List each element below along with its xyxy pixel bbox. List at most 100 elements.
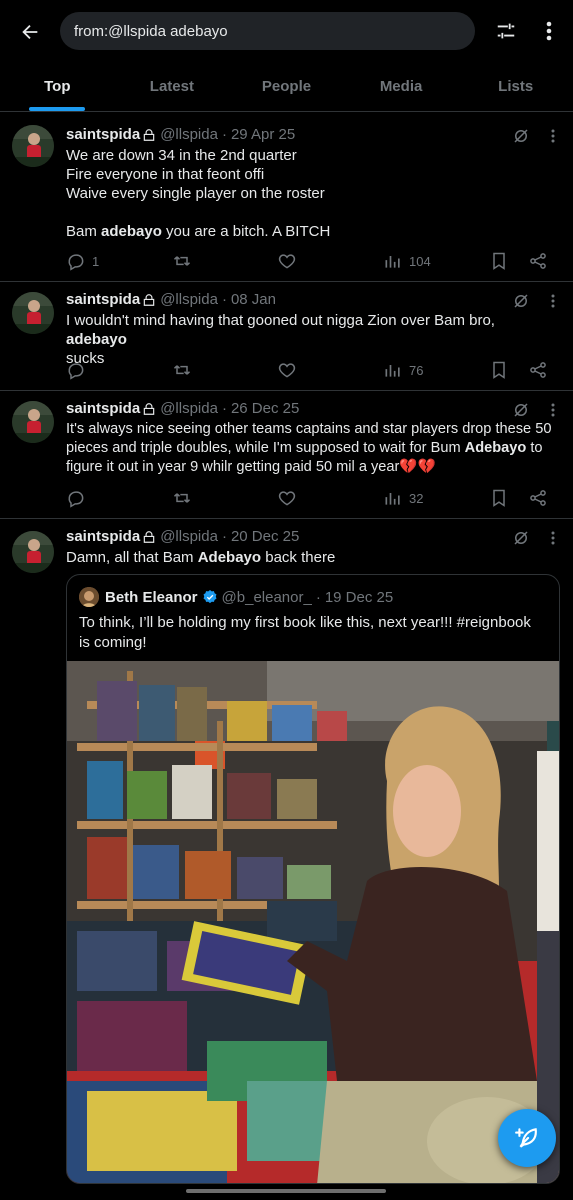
repost-icon: [173, 493, 191, 503]
author-handle[interactable]: @llspida: [160, 290, 218, 310]
views-count: 76: [409, 362, 424, 378]
compose-button[interactable]: [498, 1109, 556, 1167]
bookmark-button[interactable]: [489, 359, 509, 381]
quote-photo[interactable]: [67, 661, 559, 1183]
grok-button[interactable]: [509, 290, 533, 312]
tab-lists[interactable]: Lists: [458, 62, 573, 111]
filter-icon: [497, 23, 515, 39]
tweet-more-button[interactable]: [543, 290, 563, 312]
tweet-time[interactable]: 29 Apr 25: [231, 125, 295, 145]
views-button[interactable]: 32: [383, 487, 423, 509]
author-name[interactable]: saintspida: [66, 399, 140, 419]
quote-header: Beth Eleanor @b_eleanor_ · 19 Dec 25: [79, 587, 393, 607]
tweet-more-button[interactable]: [543, 399, 563, 421]
views-count: 104: [409, 253, 431, 269]
share-button[interactable]: [528, 487, 548, 509]
tab-media[interactable]: Media: [344, 62, 459, 111]
views-icon: [385, 256, 400, 268]
grok-button[interactable]: [509, 399, 533, 421]
tweet-more-button[interactable]: [543, 125, 563, 147]
tab-people[interactable]: People: [229, 62, 344, 111]
tweet-time[interactable]: 26 Dec 25: [231, 399, 299, 419]
tweet-actions: 1 104: [66, 250, 559, 272]
more-vertical-icon: [551, 294, 555, 308]
back-button[interactable]: [12, 14, 48, 50]
bookmark-button[interactable]: [489, 487, 509, 509]
tweet-text: We are down 34 in the 2nd quarter Fire ev…: [66, 146, 559, 241]
repost-button[interactable]: [172, 359, 192, 381]
views-button[interactable]: 104: [383, 250, 431, 272]
tweet-line: Bam adebayo you are a bitch. A BITCH: [66, 223, 331, 240]
tab-latest[interactable]: Latest: [115, 62, 230, 111]
tweet-header: saintspida @llspida · 20 Dec 25: [66, 527, 300, 547]
avatar[interactable]: [12, 292, 54, 334]
avatar[interactable]: [79, 587, 99, 607]
search-query: from:@llspida adebayo: [74, 22, 228, 40]
tweet-line: [66, 203, 559, 222]
reply-icon: [68, 363, 84, 380]
grok-button[interactable]: [509, 125, 533, 147]
avatar[interactable]: [12, 125, 54, 167]
like-icon: [278, 254, 296, 269]
author-name[interactable]: saintspida: [66, 290, 140, 310]
tweet[interactable]: saintspida @llspida · 26 Dec 25 It's alw…: [0, 391, 573, 519]
quote-text: To think, I’ll be holding my first book …: [79, 614, 531, 651]
tweet-time[interactable]: 08 Jan: [231, 290, 276, 310]
repost-button[interactable]: [172, 487, 192, 509]
quoted-tweet[interactable]: Beth Eleanor @b_eleanor_ · 19 Dec 25 To …: [66, 574, 560, 1184]
lock-icon: [142, 402, 156, 416]
reply-button[interactable]: 1: [66, 250, 99, 272]
author-name[interactable]: saintspida: [66, 527, 140, 547]
tweet-text: Damn, all that Bam Adebayo back there: [66, 548, 559, 567]
tweet-line: pieces and triple doubles, while I'm sup…: [66, 440, 543, 456]
grok-icon: [514, 403, 528, 417]
grok-icon: [514, 294, 528, 308]
more-vertical-icon: [551, 403, 555, 417]
views-icon: [385, 365, 400, 377]
like-button[interactable]: [277, 359, 297, 381]
tweet-more-button[interactable]: [543, 527, 563, 549]
author-name[interactable]: saintspida: [66, 125, 140, 145]
quote-author-name[interactable]: Beth Eleanor: [105, 589, 198, 606]
quote-time[interactable]: 19 Dec 25: [325, 589, 393, 606]
author-handle[interactable]: @llspida: [160, 399, 218, 419]
like-button[interactable]: [277, 250, 297, 272]
tweet-line: Damn, all that Bam Adebayo back there: [66, 549, 336, 566]
like-button[interactable]: [277, 487, 297, 509]
avatar[interactable]: [12, 401, 54, 443]
search-input[interactable]: from:@llspida adebayo: [60, 12, 475, 50]
reply-button[interactable]: [66, 487, 86, 509]
tweet[interactable]: saintspida @llspida · 29 Apr 25 We are d…: [0, 113, 573, 282]
avatar[interactable]: [12, 531, 54, 573]
bookmark-icon: [493, 489, 505, 507]
more-options-button[interactable]: [532, 14, 566, 48]
lock-icon: [142, 293, 156, 307]
tweet-line: Waive every single player on the roster: [66, 185, 325, 202]
repost-button[interactable]: [172, 250, 192, 272]
tweet-time[interactable]: 20 Dec 25: [231, 527, 299, 547]
more-vertical-icon: [546, 21, 552, 41]
tab-top[interactable]: Top: [0, 62, 115, 111]
views-button[interactable]: 76: [383, 359, 423, 381]
bookmark-button[interactable]: [489, 250, 509, 272]
share-button[interactable]: [528, 250, 548, 272]
share-button[interactable]: [528, 359, 548, 381]
tweet-header: saintspida @llspida · 29 Apr 25: [66, 125, 296, 145]
author-handle[interactable]: @llspida: [160, 125, 218, 145]
tweet-line: It's always nice seeing other teams capt…: [66, 421, 552, 437]
like-icon: [278, 491, 296, 506]
grok-icon: [514, 129, 528, 143]
grok-button[interactable]: [509, 527, 533, 549]
grok-icon: [514, 531, 528, 545]
reply-button[interactable]: [66, 359, 86, 381]
back-arrow-icon: [22, 24, 38, 40]
tweet-header: saintspida @llspida · 26 Dec 25: [66, 399, 300, 419]
quote-author-handle[interactable]: @b_eleanor_: [222, 589, 312, 606]
tweet[interactable]: saintspida @llspida · 08 Jan I wouldn't …: [0, 282, 573, 391]
filter-button[interactable]: [489, 14, 523, 48]
views-icon: [385, 493, 400, 505]
search-match: Adebayo: [464, 440, 527, 456]
reply-icon: [68, 254, 84, 271]
repost-icon: [173, 365, 191, 375]
author-handle[interactable]: @llspida: [160, 527, 218, 547]
